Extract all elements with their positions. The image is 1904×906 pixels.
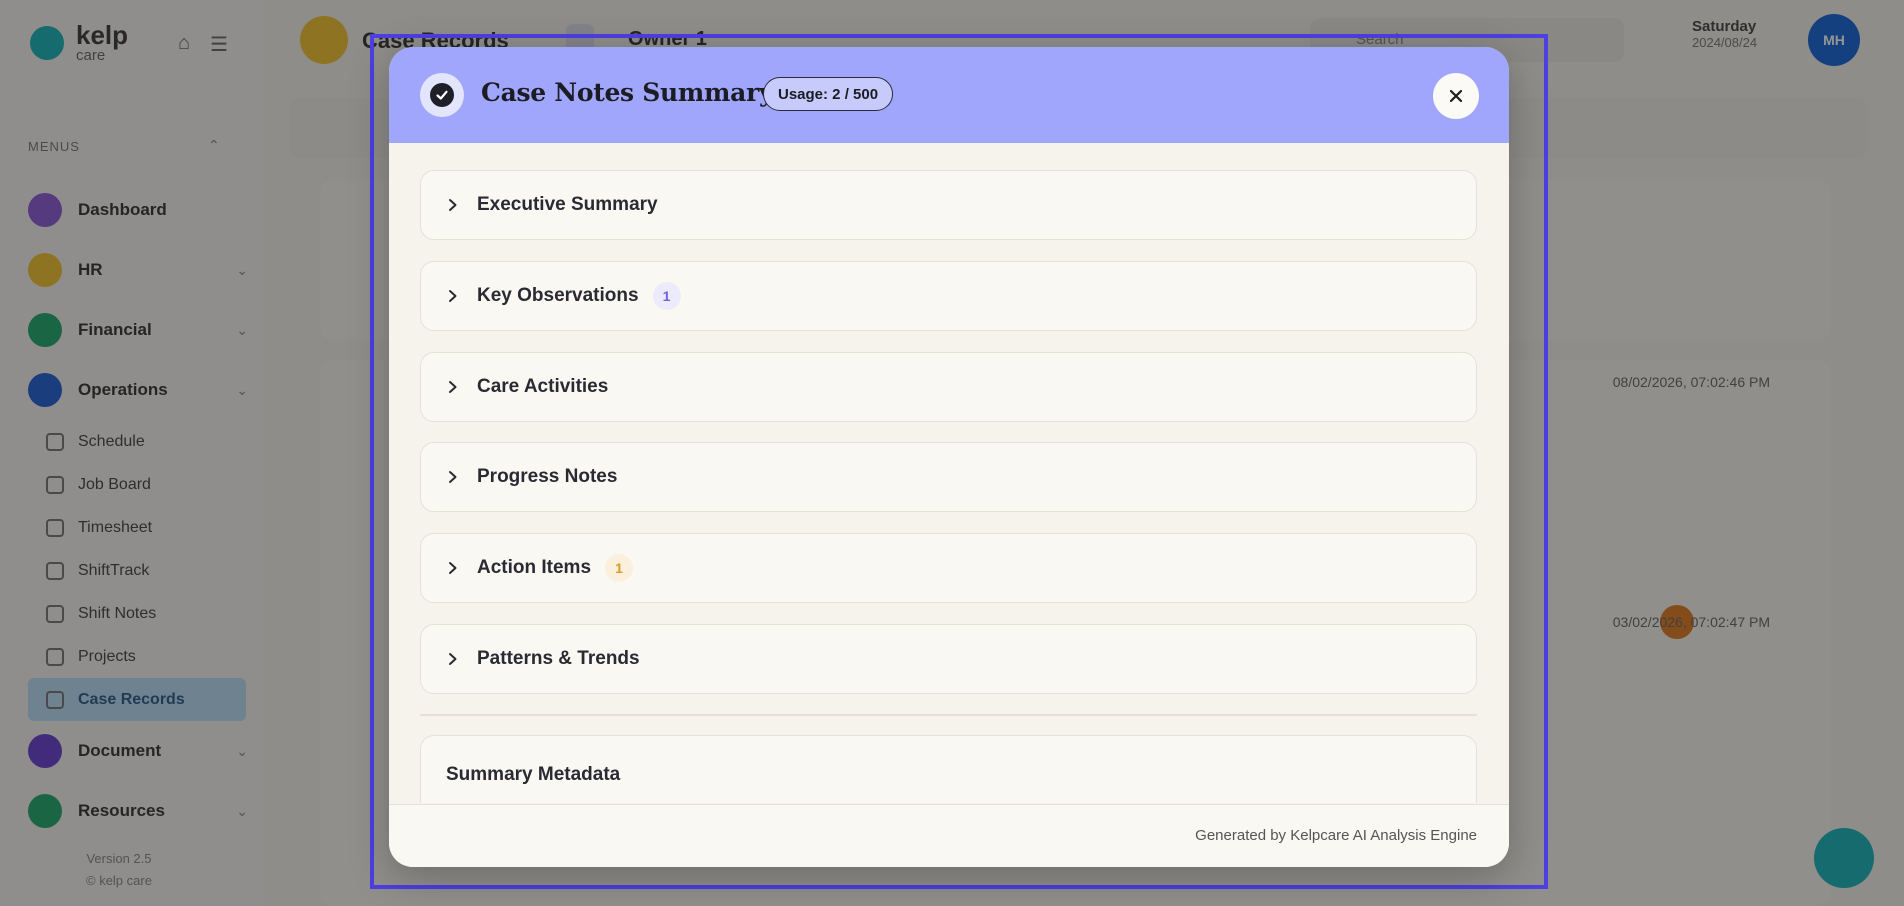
chevron-right-icon <box>443 467 463 487</box>
section-divider <box>420 714 1477 716</box>
modal-header: Case Notes Summary Usage: 2 / 500 <box>389 47 1509 143</box>
accordion-label: Care Activities <box>477 376 609 397</box>
accordion-label: Progress Notes <box>477 466 618 487</box>
usage-badge: Usage: 2 / 500 <box>763 77 894 111</box>
accordion-label: Patterns & Trends <box>477 648 640 669</box>
accordion-care-activities[interactable]: Care Activities <box>420 352 1477 422</box>
close-icon <box>1449 89 1463 103</box>
chevron-right-icon <box>443 558 463 578</box>
count-badge: 1 <box>605 554 634 582</box>
accordion-label: Key Observations <box>477 285 639 306</box>
summary-metadata-card: Summary Metadata <box>420 735 1477 803</box>
chevron-right-icon <box>443 649 463 669</box>
summary-metadata-title: Summary Metadata <box>446 764 621 785</box>
check-circle-icon <box>420 73 464 117</box>
accordion-patterns-trends[interactable]: Patterns & Trends <box>420 624 1477 694</box>
close-button[interactable] <box>1433 73 1479 119</box>
accordion-action-items[interactable]: Action Items 1 <box>420 533 1477 603</box>
accordion-progress-notes[interactable]: Progress Notes <box>420 442 1477 512</box>
modal-body: Executive Summary Key Observations 1 Care A… <box>389 143 1509 803</box>
chevron-right-icon <box>443 377 463 397</box>
accordion-key-observations[interactable]: Key Observations 1 <box>420 261 1477 331</box>
accordion-label: Executive Summary <box>477 194 658 215</box>
chevron-right-icon <box>443 195 463 215</box>
count-badge: 1 <box>652 282 681 310</box>
accordion-executive-summary[interactable]: Executive Summary <box>420 170 1477 240</box>
footer-attribution: Generated by Kelpcare AI Analysis Engine <box>1195 827 1477 844</box>
accordion-label: Action Items <box>477 557 592 578</box>
chevron-right-icon <box>443 286 463 306</box>
modal-footer: Generated by Kelpcare AI Analysis Engine <box>389 804 1509 867</box>
case-notes-summary-modal: Case Notes Summary Usage: 2 / 500 Execut… <box>389 47 1509 867</box>
modal-title: Case Notes Summary <box>481 78 774 107</box>
